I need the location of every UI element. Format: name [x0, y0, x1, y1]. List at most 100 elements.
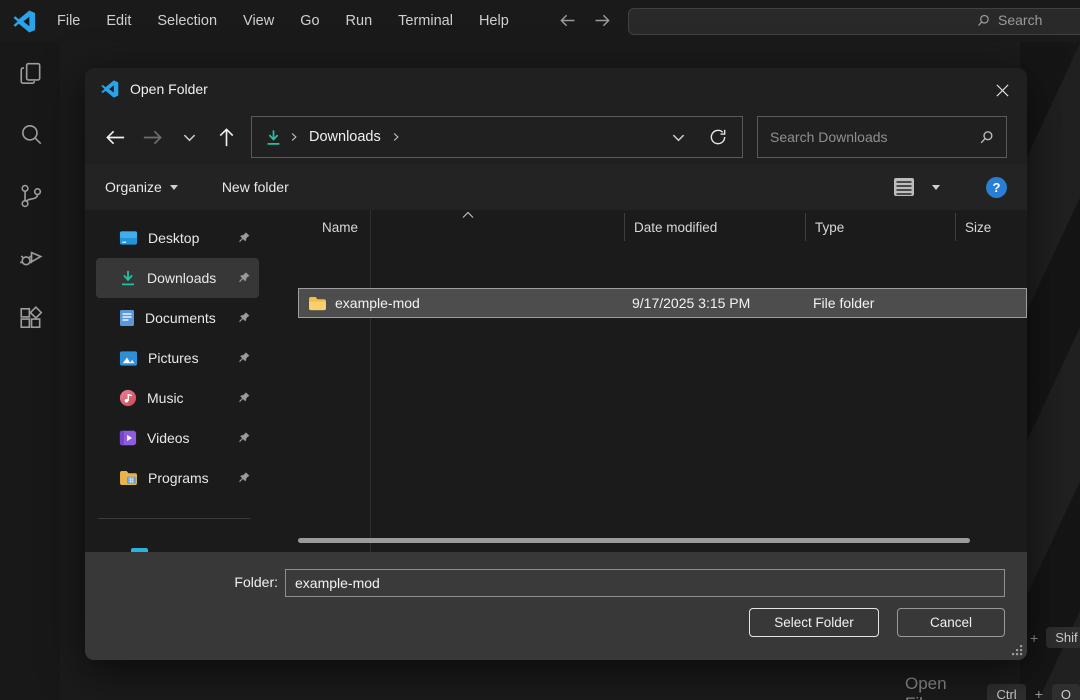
- new-folder-button[interactable]: New folder: [222, 179, 289, 195]
- breadcrumb-chevron-icon: [391, 132, 401, 142]
- menu-run[interactable]: Run: [346, 13, 373, 29]
- menu-terminal[interactable]: Terminal: [398, 13, 453, 29]
- nav-item-programs[interactable]: Programs: [96, 458, 259, 498]
- plus-sign: +: [1030, 630, 1038, 646]
- close-icon[interactable]: [990, 78, 1014, 102]
- help-icon[interactable]: ?: [986, 177, 1007, 198]
- open-file-shortcut-hint: Open File Ctrl + O: [905, 674, 1080, 700]
- menu-list: File Edit Selection View Go Run Terminal…: [57, 13, 509, 29]
- refresh-icon[interactable]: [708, 127, 728, 147]
- nav-label: Pictures: [148, 350, 199, 366]
- nav-item-downloads[interactable]: Downloads: [96, 258, 259, 298]
- nav-item-videos[interactable]: Videos: [96, 418, 259, 458]
- videos-icon: [119, 429, 137, 447]
- column-size[interactable]: Size: [955, 213, 1027, 241]
- run-and-debug-icon[interactable]: [17, 243, 45, 271]
- dialog-title: Open Folder: [130, 81, 208, 97]
- new-folder-label: New folder: [222, 179, 289, 195]
- pin-icon: [237, 431, 251, 445]
- key-shift-badge: Shif: [1046, 627, 1080, 648]
- history-forward-icon[interactable]: [592, 10, 613, 36]
- menu-go[interactable]: Go: [300, 13, 319, 29]
- view-options-chevron-icon[interactable]: [932, 185, 940, 190]
- downloads-icon: [119, 269, 137, 287]
- organize-button[interactable]: Organize: [105, 179, 178, 195]
- activity-bar: [0, 42, 60, 700]
- programs-icon: [119, 470, 138, 486]
- vscode-window: File Edit Selection View Go Run Terminal…: [0, 0, 1080, 700]
- chevron-down-icon: [170, 185, 178, 190]
- up-icon[interactable]: [208, 119, 245, 155]
- breadcrumb-bar[interactable]: Downloads: [251, 116, 743, 158]
- resize-grip[interactable]: [1011, 644, 1024, 657]
- extensions-icon[interactable]: [17, 304, 45, 332]
- nav-label: Downloads: [147, 270, 216, 286]
- nav-label: Videos: [147, 430, 190, 446]
- details-view-icon[interactable]: [892, 176, 916, 198]
- menu-file[interactable]: File: [57, 13, 80, 29]
- nav-label: Programs: [148, 470, 209, 486]
- file-type: File folder: [804, 295, 954, 311]
- forward-icon[interactable]: [134, 119, 171, 155]
- command-search-label: Search: [998, 12, 1042, 28]
- breadcrumb-downloads[interactable]: Downloads: [309, 129, 381, 145]
- nav-item-desktop[interactable]: Desktop: [96, 218, 259, 258]
- search-view-icon[interactable]: [17, 121, 45, 149]
- search-downloads-input[interactable]: [758, 117, 1006, 157]
- pin-icon: [237, 471, 251, 485]
- partial-shortcut-hint: + Shif: [1030, 627, 1080, 648]
- navigation-pane: Desktop Downloads Documents Pictures: [85, 210, 283, 552]
- nav-item-music[interactable]: Music: [96, 378, 259, 418]
- sort-ascending-icon: [462, 211, 474, 219]
- command-search-box[interactable]: Search: [628, 8, 1080, 35]
- menu-edit[interactable]: Edit: [106, 13, 131, 29]
- select-folder-button[interactable]: Select Folder: [749, 608, 879, 637]
- desktop-icon: [119, 230, 138, 247]
- key-o-badge: O: [1052, 684, 1080, 700]
- menu-help[interactable]: Help: [479, 13, 509, 29]
- file-row-example-mod[interactable]: example-mod 9/17/2025 3:15 PM File folde…: [298, 288, 1027, 318]
- horizontal-scrollbar[interactable]: [298, 538, 970, 543]
- nav-item-pictures[interactable]: Pictures: [96, 338, 259, 378]
- file-list: Name Date modified Type Size example-mod…: [290, 210, 1027, 552]
- column-type[interactable]: Type: [805, 213, 955, 241]
- nav-label: Music: [147, 390, 184, 406]
- column-name[interactable]: Name: [290, 220, 624, 235]
- back-icon[interactable]: [97, 119, 134, 155]
- nav-item-documents[interactable]: Documents: [96, 298, 259, 338]
- pin-icon: [237, 271, 251, 285]
- pin-icon: [237, 311, 251, 325]
- open-folder-dialog: Open Folder Download: [85, 68, 1027, 660]
- dialog-footer: Folder: Select Folder Cancel: [85, 552, 1027, 660]
- folder-icon: [308, 296, 327, 311]
- breadcrumb-chevron-icon: [289, 132, 299, 142]
- music-icon: [119, 389, 137, 407]
- downloads-location-icon: [264, 128, 283, 147]
- folder-name-input[interactable]: [285, 569, 1005, 597]
- column-headers: Name Date modified Type Size: [290, 210, 1027, 244]
- dialog-titlebar: Open Folder: [85, 68, 1027, 110]
- search-icon: [976, 13, 991, 28]
- column-date-modified[interactable]: Date modified: [624, 213, 805, 241]
- file-date-modified: 9/17/2025 3:15 PM: [623, 295, 804, 311]
- plus-sign: +: [1035, 686, 1043, 700]
- nav-label: Documents: [145, 310, 216, 326]
- nav-divider: [98, 518, 250, 519]
- menu-selection[interactable]: Selection: [157, 13, 217, 29]
- pin-icon: [237, 391, 251, 405]
- pin-icon: [237, 231, 251, 245]
- menu-view[interactable]: View: [243, 13, 274, 29]
- search-icon[interactable]: [978, 129, 995, 146]
- recent-locations-chevron-icon[interactable]: [171, 119, 208, 155]
- open-file-label[interactable]: Open File: [905, 674, 978, 700]
- nav-label: Desktop: [148, 230, 199, 246]
- vscode-logo-icon: [101, 80, 119, 98]
- source-control-icon[interactable]: [17, 182, 45, 210]
- explorer-icon[interactable]: [17, 60, 45, 88]
- search-downloads-box: [757, 116, 1007, 158]
- address-dropdown-chevron-icon[interactable]: [671, 130, 686, 145]
- folder-label: Folder:: [216, 574, 278, 590]
- cancel-button[interactable]: Cancel: [897, 608, 1005, 637]
- history-back-icon[interactable]: [557, 10, 578, 36]
- vscode-logo-icon: [13, 10, 36, 33]
